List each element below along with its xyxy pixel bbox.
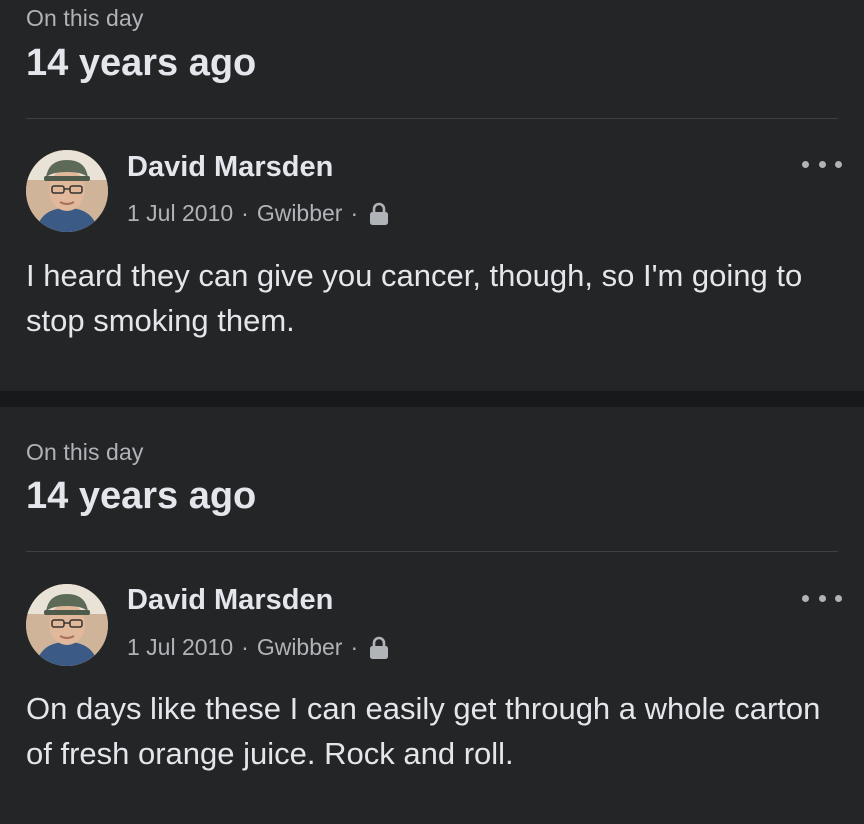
dot-icon (818, 594, 826, 602)
post-source: Gwibber (256, 200, 343, 226)
more-options-button[interactable] (802, 588, 842, 608)
memory-card: On this day 14 years ago David Marsden 1… (0, 407, 864, 824)
avatar[interactable] (26, 584, 108, 666)
memory-years-ago: 14 years ago (26, 42, 257, 84)
lock-icon[interactable] (368, 202, 390, 226)
avatar-photo (26, 584, 108, 666)
post-date[interactable]: 1 Jul 2010 (127, 200, 233, 227)
memory-label: On this day (26, 439, 144, 465)
post-date[interactable]: 1 Jul 2010 (127, 634, 233, 661)
meta-separator: · (350, 634, 359, 660)
meta-separator: · (241, 634, 249, 660)
dot-icon (818, 160, 826, 168)
more-options-button[interactable] (802, 154, 842, 174)
post-source: Gwibber (256, 634, 343, 660)
post-meta: 1 Jul 2010 · Gwibber · (127, 200, 390, 227)
post-author[interactable]: David Marsden (127, 151, 333, 184)
dot-icon (835, 594, 842, 602)
dot-icon (802, 160, 809, 168)
meta-separator: · (241, 200, 249, 226)
meta-separator: · (350, 200, 359, 226)
post-meta: 1 Jul 2010 · Gwibber · (127, 634, 390, 661)
memory-years-ago: 14 years ago (26, 475, 257, 517)
divider (26, 551, 838, 552)
lock-icon[interactable] (368, 636, 390, 660)
memories-feed: On this day 14 years ago David Marsden 1… (0, 0, 864, 824)
post-text: I heard they can give you cancer, though… (26, 258, 803, 338)
dot-icon (835, 160, 842, 168)
post-author[interactable]: David Marsden (127, 584, 333, 617)
avatar[interactable] (26, 150, 108, 232)
dot-icon (802, 594, 809, 602)
divider (26, 118, 838, 119)
post-text: On days like these I can easily get thro… (26, 691, 821, 771)
memory-card: On this day 14 years ago David Marsden 1… (0, 0, 864, 391)
avatar-photo (26, 150, 108, 232)
memory-label: On this day (26, 5, 144, 31)
